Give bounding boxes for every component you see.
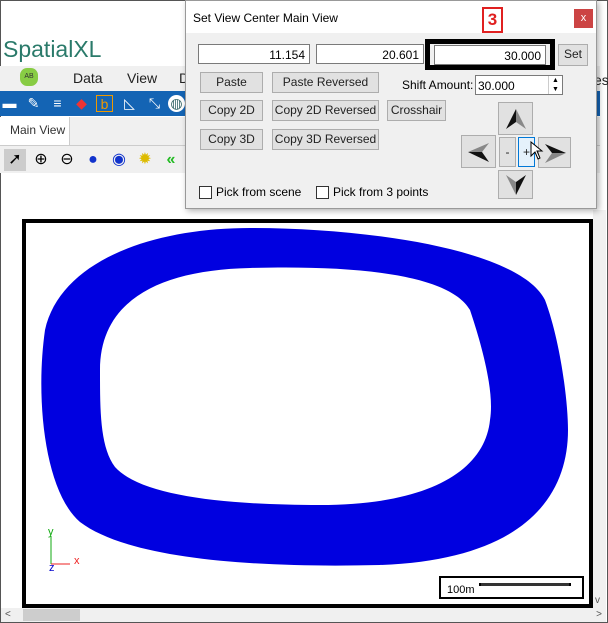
map-pin-icon[interactable]: ◆ — [73, 95, 90, 112]
paste-reversed-button[interactable]: Paste Reversed — [272, 72, 379, 93]
pointer-icon[interactable]: ➚ — [4, 149, 26, 171]
close-button[interactable]: x — [574, 9, 593, 28]
dialog-title: Set View Center Main View — [193, 11, 338, 25]
shift-amount-label: Shift Amount: — [402, 78, 474, 92]
pick-from-scene-checkbox[interactable] — [199, 186, 212, 199]
x-axis-label: x — [74, 555, 80, 567]
triangle-ruler-icon[interactable]: ◺ — [121, 95, 138, 112]
copy-2d-reversed-button[interactable]: Copy 2D Reversed — [272, 100, 379, 121]
mouse-cursor-icon — [530, 141, 544, 160]
globe-grid-icon[interactable]: ◉ — [108, 149, 130, 171]
crosshair-button[interactable]: Crosshair — [387, 100, 446, 121]
zoom-in-icon[interactable]: ⊕ — [30, 149, 52, 171]
scale-bar: 100m — [439, 576, 584, 599]
shift-left-button[interactable] — [461, 135, 496, 168]
arrow-up-icon — [505, 108, 526, 129]
bing-icon[interactable]: b — [96, 95, 113, 112]
set-view-center-dialog: Set View Center Main View 3 x 11.154 20.… — [185, 0, 597, 209]
arrow-left-icon — [467, 142, 489, 162]
scroll-left-icon[interactable]: < — [5, 609, 11, 620]
scroll-down-icon[interactable]: v — [595, 595, 600, 606]
app-logo-icon[interactable]: AB — [20, 68, 38, 86]
blue-ring-polygon — [41, 228, 568, 566]
app-title: SpatialXL — [3, 36, 102, 62]
pick-from-scene-label: Pick from scene — [216, 185, 302, 199]
scroll-thumb[interactable] — [23, 609, 80, 621]
y-axis-label: y — [48, 526, 54, 538]
ring-shape — [41, 228, 568, 566]
zoom-out-icon[interactable]: ⊖ — [56, 149, 78, 171]
set-button[interactable]: Set — [558, 44, 588, 66]
layers-icon[interactable]: ≡ — [49, 95, 66, 112]
menu-data[interactable]: Data — [73, 70, 103, 86]
3d-viewport[interactable]: y x z 100m — [22, 219, 593, 608]
axes-icon[interactable]: ⤡ — [146, 95, 163, 112]
dialog-titlebar[interactable]: Set View Center Main View 3 x — [186, 1, 596, 33]
shift-down-button[interactable] — [498, 170, 533, 199]
folder-icon[interactable]: ▬ — [1, 95, 18, 112]
globe-icon[interactable]: ● — [82, 149, 104, 171]
x-coordinate-input[interactable]: 11.154 — [198, 44, 310, 64]
scale-label: 100m — [447, 584, 475, 596]
copy-3d-button[interactable]: Copy 3D — [200, 129, 263, 150]
copy-3d-reversed-button[interactable]: Copy 3D Reversed — [272, 129, 379, 150]
scale-line — [479, 583, 571, 586]
zoom-minus-button[interactable]: - — [499, 137, 516, 167]
palette-icon[interactable]: ✎ — [25, 95, 42, 112]
double-chevron-left-icon[interactable]: « — [160, 149, 182, 171]
z-axis-label: z — [49, 562, 55, 574]
y-coordinate-input[interactable]: 20.601 — [316, 44, 424, 64]
globe-stand-icon[interactable]: ◍ — [168, 95, 185, 112]
gear-icon[interactable]: ✹ — [134, 149, 156, 171]
paste-button[interactable]: Paste — [200, 72, 263, 93]
z-coordinate-input[interactable]: 30.000 — [434, 45, 546, 65]
step-marker: 3 — [482, 7, 503, 33]
horizontal-scrollbar[interactable]: < > — [1, 608, 606, 622]
vertical-scrollbar[interactable]: v — [593, 210, 606, 608]
pick-from-3-points-label: Pick from 3 points — [333, 185, 429, 199]
arrow-right-icon — [544, 143, 566, 163]
copy-2d-button[interactable]: Copy 2D — [200, 100, 263, 121]
scroll-right-icon[interactable]: > — [596, 609, 602, 620]
shift-up-button[interactable] — [498, 102, 533, 135]
pick-from-3-points-checkbox[interactable] — [316, 186, 329, 199]
menu-view[interactable]: View — [127, 70, 157, 86]
arrow-down-icon — [505, 174, 526, 195]
spinner-arrows-icon[interactable]: ▲ ▼ — [548, 76, 562, 94]
tab-main-view[interactable]: Main View — [0, 117, 70, 145]
